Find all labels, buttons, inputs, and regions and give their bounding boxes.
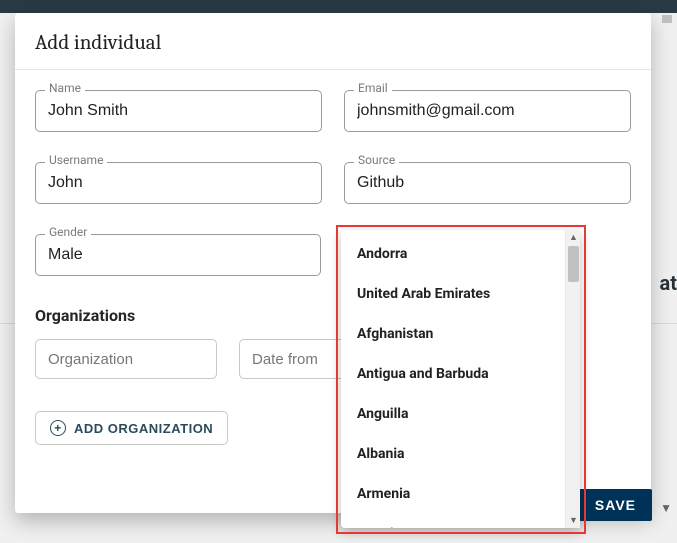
country-option[interactable]: Armenia (341, 474, 565, 514)
name-field: Name (35, 90, 322, 132)
country-option[interactable]: Albania (341, 434, 565, 474)
plus-circle-icon: + (50, 420, 66, 436)
add-organization-button[interactable]: + ADD ORGANIZATION (35, 411, 228, 445)
page-scrollbar[interactable] (662, 15, 672, 528)
source-input[interactable] (344, 162, 631, 204)
country-option[interactable]: Afghanistan (341, 314, 565, 354)
scroll-thumb[interactable] (568, 246, 579, 282)
country-option[interactable]: Antigua and Barbuda (341, 354, 565, 394)
username-field: Username (35, 162, 322, 204)
save-button-label: SAVE (595, 497, 636, 513)
username-label: Username (45, 153, 107, 167)
save-button[interactable]: SAVE (579, 489, 652, 521)
dropdown-scrollbar[interactable]: ▲ ▼ (565, 230, 580, 528)
add-organization-label: ADD ORGANIZATION (74, 421, 213, 436)
scroll-up-icon[interactable]: ▲ (566, 230, 581, 245)
name-label: Name (45, 81, 85, 95)
country-option[interactable]: Anguilla (341, 394, 565, 434)
username-input[interactable] (35, 162, 322, 204)
source-field: Source (344, 162, 631, 204)
email-input[interactable] (344, 90, 631, 132)
modal-title: Add individual (35, 31, 631, 55)
country-option[interactable]: United Arab Emirates (341, 274, 565, 314)
email-field: Email (344, 90, 631, 132)
country-option[interactable]: Andorra (341, 234, 565, 274)
country-dropdown-list: AndorraUnited Arab EmiratesAfghanistanAn… (341, 230, 565, 528)
modal-header: Add individual (15, 13, 651, 70)
name-input[interactable] (35, 90, 322, 132)
gender-label: Gender (45, 225, 91, 239)
gender-input[interactable] (35, 234, 321, 276)
country-option[interactable]: Angola (341, 514, 565, 528)
scroll-down-icon[interactable]: ▼ (566, 513, 581, 528)
country-dropdown-panel: AndorraUnited Arab EmiratesAfghanistanAn… (341, 230, 580, 528)
email-label: Email (354, 81, 392, 95)
source-label: Source (354, 153, 399, 167)
gender-field: Gender (35, 234, 321, 276)
organization-input[interactable] (35, 339, 217, 379)
